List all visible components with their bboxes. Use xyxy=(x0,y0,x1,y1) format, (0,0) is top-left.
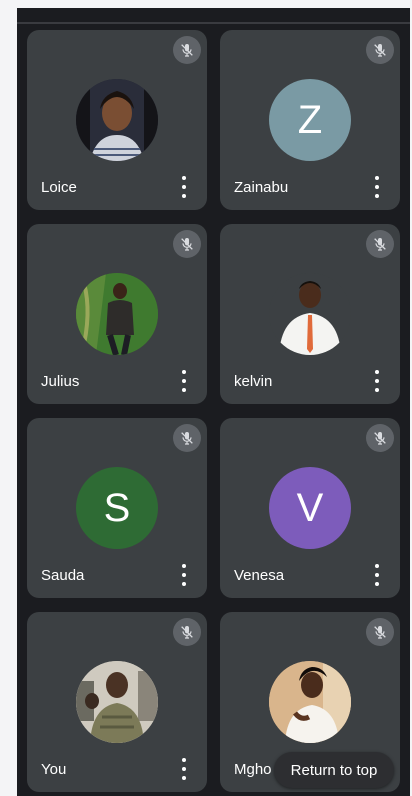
more-vert-icon[interactable] xyxy=(372,564,382,586)
avatar xyxy=(269,273,351,355)
avatar xyxy=(76,661,158,743)
more-vert-icon[interactable] xyxy=(179,370,189,392)
mic-off-icon xyxy=(173,618,201,646)
mic-off-icon xyxy=(173,36,201,64)
participant-name: Julius xyxy=(41,373,80,390)
participant-name: Loice xyxy=(41,179,77,196)
avatar xyxy=(76,79,158,161)
mic-off-icon xyxy=(366,424,394,452)
avatar-initial: S xyxy=(103,485,131,530)
participant-name: Mgho xyxy=(234,761,272,778)
participant-tile[interactable]: S Sauda xyxy=(27,418,207,598)
mic-off-icon xyxy=(366,230,394,258)
participant-name: You xyxy=(41,761,67,778)
mic-off-icon xyxy=(366,36,394,64)
mic-off-icon xyxy=(173,424,201,452)
avatar xyxy=(76,273,158,355)
mic-off-icon xyxy=(366,618,394,646)
meeting-frame: Loice Z Zainabu Julius kelvin S Sauda V … xyxy=(17,8,410,796)
participant-name: Venesa xyxy=(234,567,285,584)
more-vert-icon[interactable] xyxy=(179,176,189,198)
participant-tile[interactable]: Z Zainabu xyxy=(220,30,400,210)
participant-grid: Loice Z Zainabu Julius kelvin S Sauda V … xyxy=(17,8,410,796)
avatar-initial: Z xyxy=(297,97,323,142)
more-vert-icon[interactable] xyxy=(179,758,189,780)
avatar-initial: V xyxy=(296,485,324,530)
participant-tile[interactable]: kelvin xyxy=(220,224,400,404)
more-vert-icon[interactable] xyxy=(372,176,382,198)
participant-tile[interactable]: V Venesa xyxy=(220,418,400,598)
participant-name: Sauda xyxy=(41,567,85,584)
avatar: S xyxy=(76,467,158,549)
avatar: Z xyxy=(269,79,351,161)
more-vert-icon[interactable] xyxy=(179,564,189,586)
avatar xyxy=(269,661,351,743)
participant-name: kelvin xyxy=(234,373,273,390)
more-vert-icon[interactable] xyxy=(372,370,382,392)
return-to-top-button[interactable]: Return to top xyxy=(274,752,394,788)
participant-name: Zainabu xyxy=(234,179,289,196)
participant-tile[interactable]: Loice xyxy=(27,30,207,210)
mic-off-icon xyxy=(173,230,201,258)
participant-tile[interactable]: Julius xyxy=(27,224,207,404)
participant-tile[interactable]: You xyxy=(27,612,207,792)
avatar: V xyxy=(269,467,351,549)
